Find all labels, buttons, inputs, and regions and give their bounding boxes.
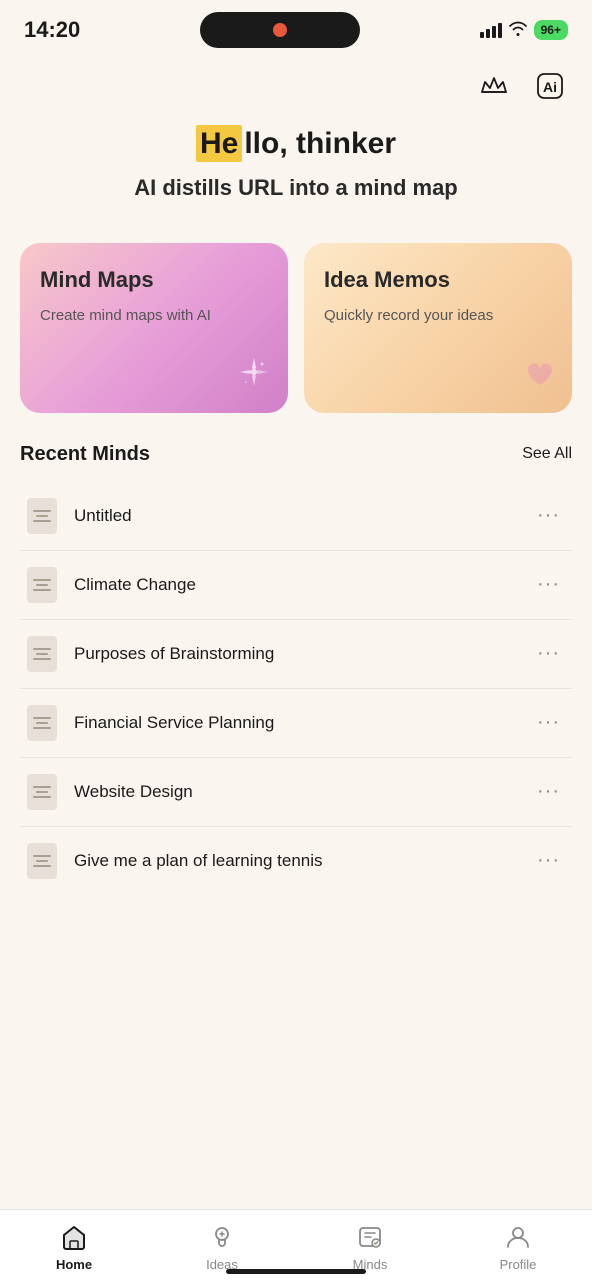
mind-list-item[interactable]: Website Design ··· <box>20 758 572 827</box>
mind-maps-card-desc: Create mind maps with AI <box>40 305 268 326</box>
mind-item-more-button[interactable]: ··· <box>529 500 568 531</box>
profile-icon <box>503 1222 533 1252</box>
mind-item-name: Climate Change <box>74 575 529 595</box>
minds-icon <box>355 1222 385 1252</box>
status-bar: 14:20 96+ <box>0 0 592 56</box>
mind-item-name: Website Design <box>74 782 529 802</box>
mind-doc-icon <box>24 843 60 879</box>
nav-ideas[interactable]: Ideas <box>182 1222 262 1272</box>
mind-doc-icon <box>24 498 60 534</box>
svg-text:Ai: Ai <box>543 79 557 95</box>
hello-highlight: He <box>196 125 242 162</box>
top-actions: Ai <box>0 56 592 116</box>
see-all-button[interactable]: See All <box>522 445 572 463</box>
wifi-icon <box>508 20 528 41</box>
mind-doc-icon <box>24 774 60 810</box>
mind-list-item[interactable]: Climate Change ··· <box>20 551 572 620</box>
signal-icon <box>480 22 502 38</box>
status-icons: 96+ <box>480 20 568 41</box>
sparkle-icon <box>236 354 272 397</box>
premium-button[interactable] <box>472 64 516 108</box>
nav-home[interactable]: Home <box>34 1222 114 1272</box>
ideas-icon <box>207 1222 237 1252</box>
hero-title: Hello, thinker <box>196 126 396 162</box>
idea-memos-card-title: Idea Memos <box>324 267 552 293</box>
idea-memos-card-desc: Quickly record your ideas <box>324 305 552 326</box>
hero-section: Hello, thinker AI distills URL into a mi… <box>0 116 592 223</box>
mind-item-more-button[interactable]: ··· <box>529 569 568 600</box>
mind-maps-card-title: Mind Maps <box>40 267 268 293</box>
mind-list-item[interactable]: Purposes of Brainstorming ··· <box>20 620 572 689</box>
heart-icon <box>524 358 556 397</box>
status-time: 14:20 <box>24 17 80 43</box>
hero-greeting: Hello, thinker <box>30 126 562 162</box>
mind-item-name: Purposes of Brainstorming <box>74 644 529 664</box>
nav-home-label: Home <box>56 1257 92 1272</box>
home-icon <box>59 1222 89 1252</box>
recent-minds-header: Recent Minds See All <box>20 443 572 466</box>
camera-dot <box>273 23 287 37</box>
battery-badge: 96+ <box>534 20 568 40</box>
mind-item-name: Untitled <box>74 506 529 526</box>
idea-memos-card[interactable]: Idea Memos Quickly record your ideas <box>304 243 572 413</box>
nav-minds[interactable]: Minds <box>330 1222 410 1272</box>
mind-doc-icon <box>24 705 60 741</box>
dynamic-island <box>200 12 360 48</box>
recent-minds-title: Recent Minds <box>20 443 150 466</box>
mind-item-more-button[interactable]: ··· <box>529 776 568 807</box>
mind-item-name: Give me a plan of learning tennis <box>74 851 529 871</box>
mind-list-item[interactable]: Financial Service Planning ··· <box>20 689 572 758</box>
mind-list: Untitled ··· Climate Change ··· Purposes… <box>20 482 572 895</box>
nav-profile-label: Profile <box>500 1257 537 1272</box>
recent-minds-section: Recent Minds See All Untitled ··· Climat… <box>0 423 592 895</box>
mind-item-name: Financial Service Planning <box>74 713 529 733</box>
mind-item-more-button[interactable]: ··· <box>529 638 568 669</box>
mind-list-item[interactable]: Give me a plan of learning tennis ··· <box>20 827 572 895</box>
mind-doc-icon <box>24 567 60 603</box>
nav-profile[interactable]: Profile <box>478 1222 558 1272</box>
mind-maps-card[interactable]: Mind Maps Create mind maps with AI <box>20 243 288 413</box>
mind-doc-icon <box>24 636 60 672</box>
mind-item-more-button[interactable]: ··· <box>529 707 568 738</box>
feature-cards: Mind Maps Create mind maps with AI Idea … <box>0 223 592 423</box>
ai-button[interactable]: Ai <box>528 64 572 108</box>
mind-item-more-button[interactable]: ··· <box>529 845 568 876</box>
hero-subtitle: AI distills URL into a mind map <box>30 174 562 203</box>
home-indicator <box>226 1269 366 1274</box>
mind-list-item[interactable]: Untitled ··· <box>20 482 572 551</box>
